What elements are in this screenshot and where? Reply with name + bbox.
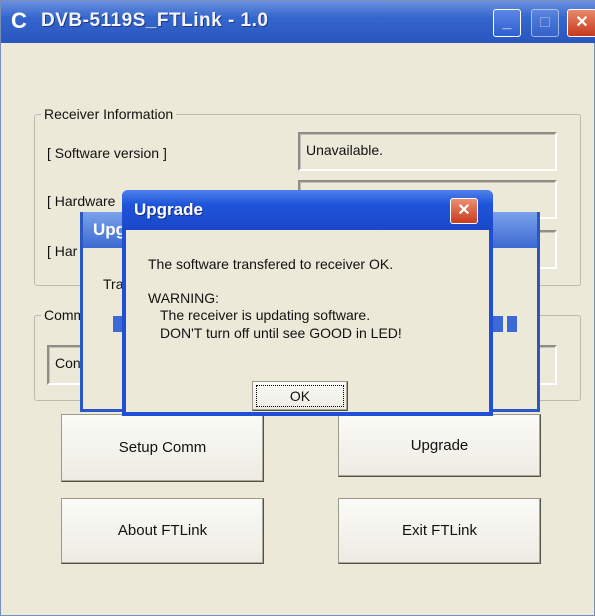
- transfer-ok-message: The software transfered to receiver OK.: [148, 256, 394, 272]
- ok-button[interactable]: OK: [252, 381, 348, 411]
- exit-ftlink-button[interactable]: Exit FTLink: [338, 498, 541, 564]
- upgrade-button[interactable]: Upgrade: [338, 414, 541, 477]
- maximize-button[interactable]: □: [531, 9, 559, 37]
- warning-line-1: The receiver is updating software.: [160, 307, 371, 323]
- receiver-info-legend: Receiver Information: [44, 106, 174, 122]
- upgrade-dialog-title-bar[interactable]: Upgrade ✕: [122, 190, 493, 230]
- transfer-label: Tra: [103, 276, 124, 292]
- upgrade-dialog-title: Upgrade: [134, 200, 203, 219]
- software-version-field: Unavailable.: [298, 132, 557, 171]
- title-bar[interactable]: C DVB-5119S_FTLink - 1.0 _ □ ✕: [1, 1, 595, 43]
- warning-heading: WARNING:: [148, 290, 220, 306]
- about-ftlink-button[interactable]: About FTLink: [61, 498, 264, 564]
- hardware-label-2: [ Har: [47, 243, 78, 259]
- hardware-label-1: [ Hardware: [47, 193, 116, 209]
- app-icon: C: [11, 8, 27, 33]
- progress-segment: [493, 316, 503, 332]
- close-button[interactable]: ✕: [567, 9, 595, 37]
- dialog-close-icon[interactable]: ✕: [450, 198, 478, 224]
- warning-line-2: DON'T turn off until see GOOD in LED!: [160, 325, 402, 341]
- software-version-label: [ Software version ]: [47, 145, 167, 161]
- setup-comm-button[interactable]: Setup Comm: [61, 414, 264, 482]
- window-title: DVB-5119S_FTLink - 1.0: [41, 10, 269, 31]
- progress-segment: [507, 316, 517, 332]
- minimize-button[interactable]: _: [493, 9, 521, 37]
- upgrade-dialog: Upgrade ✕ The software transfered to rec…: [122, 190, 493, 416]
